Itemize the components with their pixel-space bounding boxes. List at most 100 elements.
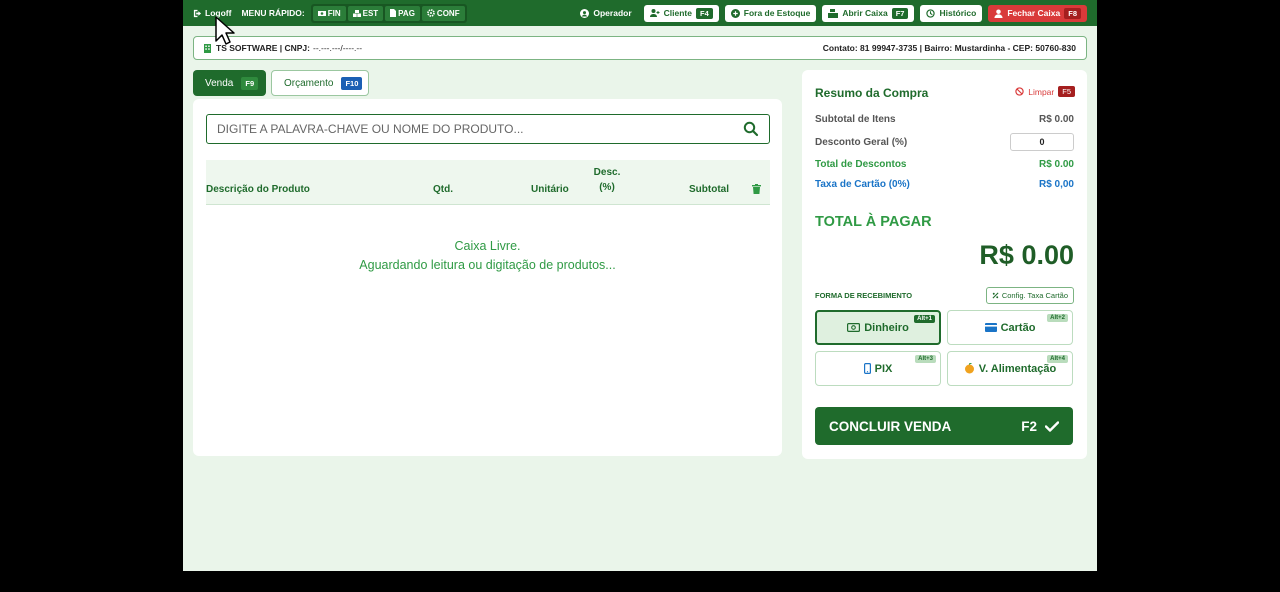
forma-recebimento-label: FORMA DE RECEBIMENTO xyxy=(815,291,913,300)
empty-line-1: Caixa Livre. xyxy=(454,239,521,253)
company-contact: Contato: 81 99947-3735 | Bairro: Mustard… xyxy=(822,43,1076,53)
config-taxa-cartao-button[interactable]: Config. Taxa Cartão xyxy=(985,287,1074,304)
fechar-caixa-label: Fechar Caixa xyxy=(1007,8,1061,18)
product-table-header: Descrição do Produto Qtd. Unitário Desc.… xyxy=(206,160,770,205)
logout-icon xyxy=(193,9,202,17)
company-info-bar: TS SOFTWARE | CNPJ: --.---.---/----.-- C… xyxy=(193,36,1087,60)
food-icon xyxy=(964,363,974,374)
config-taxa-label: Config. Taxa Cartão xyxy=(1001,291,1068,300)
money-icon xyxy=(317,10,326,16)
percent-icon xyxy=(992,292,999,299)
col-qtd: Qtd. xyxy=(433,184,453,195)
summary-panel: Resumo da Compra Limpar F5 Subtotal de I… xyxy=(802,70,1087,459)
tab-venda-shortcut: F9 xyxy=(241,76,259,90)
top-navbar: Logoff MENU RÁPIDO: FIN EST PAG CONF Ope… xyxy=(183,0,1097,26)
pay-pix-label: PIX xyxy=(874,362,893,375)
total-descontos-label: Total de Descontos xyxy=(815,159,907,170)
cash-register-icon xyxy=(828,8,839,18)
fechar-caixa-shortcut: F8 xyxy=(1064,7,1081,19)
tab-venda-label: Venda xyxy=(205,77,234,89)
company-cnpj: --.---.---/----.-- xyxy=(313,43,363,53)
credit-card-icon xyxy=(984,323,997,332)
quick-conf-label: CONF xyxy=(436,8,460,18)
taxa-cartao-label: Taxa de Cartão (0%) xyxy=(815,179,910,190)
total-pagar-label: TOTAL À PAGAR xyxy=(815,214,932,230)
tab-orcamento[interactable]: Orçamento F10 xyxy=(271,70,369,96)
abrir-caixa-label: Abrir Caixa xyxy=(842,8,888,18)
tab-venda[interactable]: Venda F9 xyxy=(193,70,266,96)
col-descricao: Descrição do Produto xyxy=(206,184,310,195)
col-subtotal: Subtotal xyxy=(689,184,729,195)
col-desconto-line1: Desc. xyxy=(593,167,621,178)
pay-cartao-button[interactable]: Cartão Alt+2 xyxy=(947,310,1073,345)
quick-est-label: EST xyxy=(362,8,379,18)
subtotal-label: Subtotal de Itens xyxy=(815,114,896,125)
cliente-label: Cliente xyxy=(663,8,692,18)
col-unitario: Unitário xyxy=(531,184,569,195)
ban-icon xyxy=(1015,87,1024,96)
subtotal-value: R$ 0.00 xyxy=(1038,114,1074,125)
empty-cart-message: Caixa Livre. Aguardando leitura ou digit… xyxy=(193,237,782,275)
historico-button[interactable]: Histórico xyxy=(920,4,983,22)
quick-fin-label: FIN xyxy=(327,8,341,18)
quick-conf-button[interactable]: CONF xyxy=(421,5,465,21)
quick-est-button[interactable]: EST xyxy=(347,5,384,21)
operator-indicator: Operador xyxy=(580,8,632,18)
fora-estoque-button[interactable]: Fora de Estoque xyxy=(724,4,817,22)
pay-dinheiro-label: Dinheiro xyxy=(864,321,909,334)
pdv-app: Logoff MENU RÁPIDO: FIN EST PAG CONF Ope… xyxy=(183,0,1097,571)
subtotal-row: Subtotal de Itens R$ 0.00 xyxy=(815,114,1074,125)
tab-orcamento-shortcut: F10 xyxy=(341,76,363,90)
money-bill-icon xyxy=(847,323,861,332)
menu-rapido-label: MENU RÁPIDO: xyxy=(241,8,305,18)
trash-icon[interactable] xyxy=(752,184,761,194)
gear-icon xyxy=(427,9,435,17)
taxa-cartao-row: Taxa de Cartão (0%) R$ 0,00 xyxy=(815,179,1074,190)
user-circle-icon xyxy=(580,8,590,18)
total-pagar-value: R$ 0.00 xyxy=(979,240,1074,270)
operator-label: Operador xyxy=(593,8,632,18)
limpar-button[interactable]: Limpar F5 xyxy=(1015,86,1075,97)
pay-dinheiro-button[interactable]: Dinheiro Alt+1 xyxy=(815,310,941,345)
cliente-shortcut: F4 xyxy=(695,7,713,19)
pay-cartao-shortcut: Alt+2 xyxy=(1047,314,1068,322)
quick-pag-button[interactable]: PAG xyxy=(385,5,420,21)
pay-valimentacao-label: V. Alimentação xyxy=(978,362,1057,375)
desconto-row: Desconto Geral (%) xyxy=(815,133,1074,151)
empty-line-2: Aguardando leitura ou digitação de produ… xyxy=(359,258,616,272)
concluir-venda-shortcut: F2 xyxy=(1021,418,1037,434)
pay-pix-button[interactable]: PIX Alt+3 xyxy=(815,351,941,386)
abrir-caixa-button[interactable]: Abrir Caixa F7 xyxy=(822,4,915,22)
mouse-cursor-icon xyxy=(215,16,235,45)
building-icon xyxy=(204,43,211,53)
document-icon xyxy=(390,9,397,17)
check-icon xyxy=(1045,420,1059,432)
pay-valimentacao-button[interactable]: V. Alimentação Alt+4 xyxy=(947,351,1073,386)
desconto-input[interactable] xyxy=(1010,133,1074,151)
desconto-label: Desconto Geral (%) xyxy=(815,136,908,148)
fora-estoque-label: Fora de Estoque xyxy=(743,8,811,18)
plus-circle-icon xyxy=(730,8,740,18)
pay-valimentacao-shortcut: Alt+4 xyxy=(1047,355,1068,363)
col-desconto-line2: (%) xyxy=(599,182,615,193)
boxes-icon xyxy=(352,9,361,17)
pay-cartao-label: Cartão xyxy=(1000,321,1036,334)
search-icon[interactable] xyxy=(743,121,759,137)
quick-fin-button[interactable]: FIN xyxy=(312,5,346,21)
abrir-caixa-shortcut: F7 xyxy=(891,7,909,19)
quick-menu: FIN EST PAG CONF xyxy=(310,3,467,23)
limpar-label: Limpar xyxy=(1028,86,1055,97)
historico-label: Histórico xyxy=(939,8,977,18)
summary-title: Resumo da Compra xyxy=(815,86,929,100)
product-panel: Descrição do Produto Qtd. Unitário Desc.… xyxy=(193,99,782,456)
tab-orcamento-label: Orçamento xyxy=(284,77,334,89)
mobile-phone-icon xyxy=(863,363,871,374)
concluir-venda-button[interactable]: CONCLUIR VENDA F2 xyxy=(815,407,1073,445)
concluir-venda-shortcut-wrap: F2 xyxy=(1021,419,1059,434)
taxa-cartao-value: R$ 0,00 xyxy=(1038,179,1074,190)
product-search-input[interactable] xyxy=(217,122,743,136)
pay-pix-shortcut: Alt+3 xyxy=(915,355,936,363)
cliente-button[interactable]: Cliente F4 xyxy=(643,4,719,22)
fechar-caixa-button[interactable]: Fechar Caixa F8 xyxy=(988,4,1087,22)
col-desconto: Desc. (%) xyxy=(592,165,622,195)
